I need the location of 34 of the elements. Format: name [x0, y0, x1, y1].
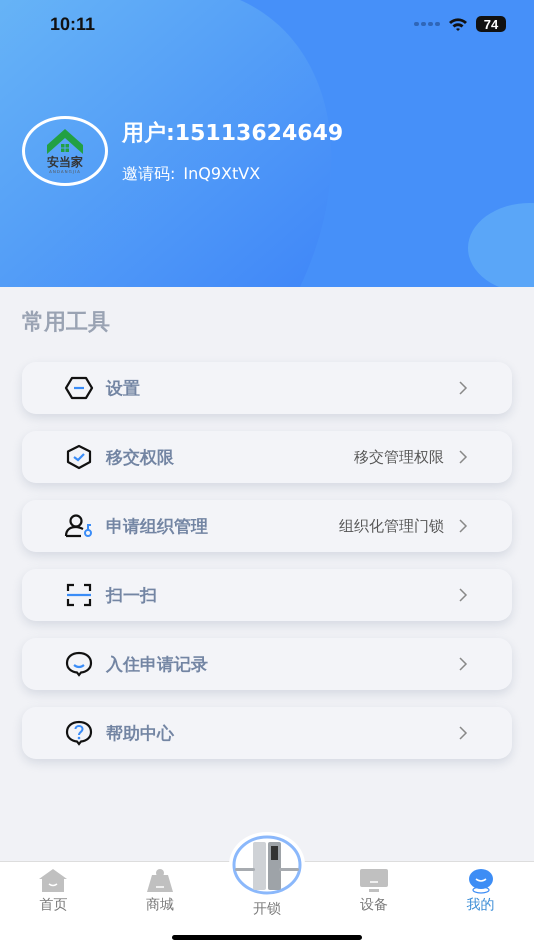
monitor-icon: [358, 868, 389, 894]
house-icon: [38, 868, 68, 894]
user-key-icon: [64, 513, 94, 539]
bag-icon: [145, 868, 176, 894]
tab[interactable]: 商城: [106, 862, 214, 950]
tab[interactable]: 首页: [0, 862, 107, 950]
menu-item[interactable]: 设置: [22, 362, 512, 414]
wifi-icon: [448, 16, 468, 32]
menu-item[interactable]: 移交权限 移交管理权限: [22, 431, 512, 483]
signal-icon: [414, 21, 440, 27]
battery-icon: 74: [476, 16, 506, 32]
chevron-right-icon: [458, 518, 468, 534]
chevron-right-icon: [458, 725, 468, 741]
menu-item[interactable]: 帮助中心: [22, 707, 512, 759]
chevron-right-icon: [458, 587, 468, 603]
section-title: 常用工具: [22, 309, 111, 337]
menu-item[interactable]: 扫一扫: [22, 569, 512, 621]
tab[interactable]: 我的: [427, 862, 534, 950]
chevron-right-icon: [458, 380, 468, 396]
menu-item[interactable]: 申请组织管理 组织化管理门锁: [22, 500, 512, 552]
tab[interactable]: 设备: [320, 862, 428, 950]
help-icon: [64, 720, 94, 746]
user-name: 用户:15113624649: [122, 120, 344, 148]
hexagon-icon: [64, 375, 94, 401]
invite-code: InQ9XtVX: [183, 164, 260, 184]
chevron-right-icon: [458, 656, 468, 672]
house-icon: [46, 128, 84, 156]
chevron-right-icon: [458, 449, 468, 465]
invite-label: 邀请码:: [122, 164, 176, 184]
scan-icon: [64, 582, 94, 608]
chat-bubble-icon: [64, 651, 94, 677]
menu-item[interactable]: 入住申请记录: [22, 638, 512, 690]
status-time: 10:11: [50, 14, 96, 34]
shield-check-icon: [64, 444, 94, 470]
